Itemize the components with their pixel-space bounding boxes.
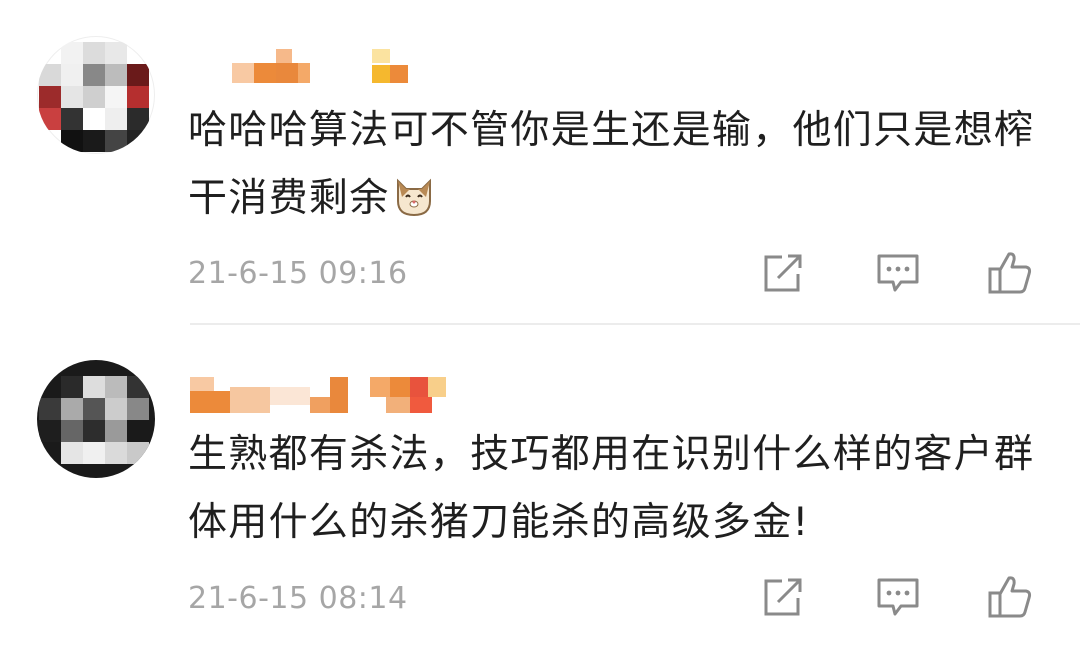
comment-icon [877,578,919,616]
thumbs-up-icon [988,576,1032,618]
reply-button[interactable] [873,572,923,622]
comment-icon [877,254,919,292]
share-icon [764,578,802,616]
user-avatar[interactable] [37,360,155,478]
thumbs-up-icon [988,252,1032,294]
like-button[interactable] [985,248,1035,298]
username-pixelated[interactable] [190,377,470,417]
comment-timestamp: 21-6-15 08:14 [188,581,408,616]
reply-button[interactable] [873,248,923,298]
comment-item: 哈哈哈算法可不管你是生还是输，他们只是想榨干消费剩余 21-6-15 09:16 [0,0,1080,325]
share-button[interactable] [758,572,808,622]
like-button[interactable] [985,572,1035,622]
comment-text: 哈哈哈算法可不管你是生还是输，他们只是想榨干消费剩余 [188,108,1035,221]
comment-timestamp: 21-6-15 09:16 [188,256,408,291]
cat-face-emoji-icon [392,173,436,217]
username-pixelated[interactable] [232,45,412,85]
comment-text: 生熟都有杀法，技巧都用在识别什么样的客户群体用什么的杀猪刀能杀的高级多金! [188,432,1035,545]
share-button[interactable] [758,248,808,298]
user-avatar[interactable] [37,36,155,154]
comment-item: 生熟都有杀法，技巧都用在识别什么样的客户群体用什么的杀猪刀能杀的高级多金! 21… [0,325,1080,667]
share-icon [764,254,802,292]
